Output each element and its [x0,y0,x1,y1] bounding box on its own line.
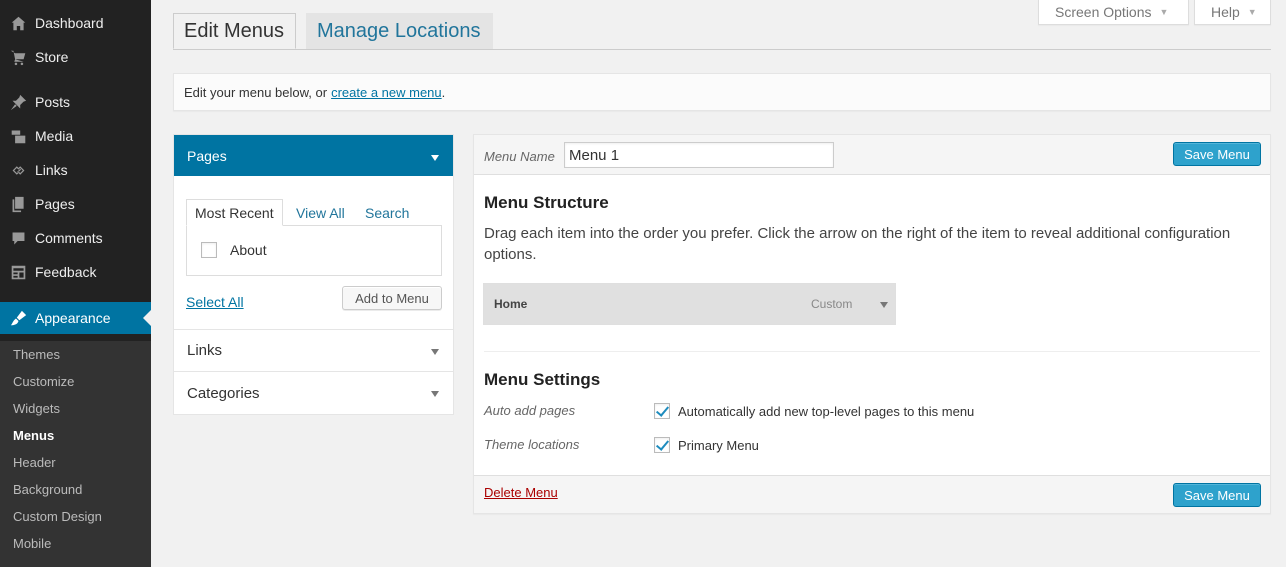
sidebar-item-label: Posts [35,94,71,110]
tab-view-all[interactable]: View All [296,199,345,226]
sidebar-item-pages[interactable]: Pages [0,187,151,221]
accordion-title-pages: Pages [187,147,227,164]
link-icon [9,161,27,179]
tab-edit-menus[interactable]: Edit Menus [173,13,296,49]
auto-add-option-label: Automatically add new top-level pages to… [678,403,975,419]
help-label: Help [1211,4,1240,20]
theme-locations-label: Theme locations [484,437,580,452]
dashboard-icon [9,14,27,32]
menu-edit-panel: Menu Name Save Menu Menu Structure Drag … [473,134,1271,514]
save-menu-button[interactable]: Save Menu [1173,142,1261,166]
submenu-item-customize[interactable]: Customize [13,374,74,389]
save-menu-button[interactable]: Save Menu [1173,483,1261,507]
pages-icon [9,195,27,213]
sidebar-item-posts[interactable]: Posts [0,85,151,119]
submenu-item-themes[interactable]: Themes [13,347,60,362]
most-recent-panel: About [186,225,442,276]
menu-name-input[interactable] [564,142,834,168]
sidebar-item-feedback[interactable]: Feedback [0,255,151,289]
menu-item-home[interactable]: Home Custom [483,283,896,325]
arrow-down-icon [431,391,439,397]
manage-menus-notice: Edit your menu below, or create a new me… [173,73,1271,111]
auto-add-option[interactable]: Automatically add new top-level pages to… [654,403,974,419]
submenu-item-header[interactable]: Header [13,455,56,470]
accordion-title-categories: Categories [187,384,260,402]
menu-structure-title: Menu Structure [484,193,609,212]
sidebar-item-media[interactable]: Media [0,119,151,153]
submenu-item-mobile[interactable]: Mobile [13,536,51,551]
submenu-item-background[interactable]: Background [13,482,82,497]
submenu-item-widgets[interactable]: Widgets [13,401,60,416]
sidebar-item-label: Pages [35,196,75,212]
comment-icon [9,229,27,247]
sidebar-item-label: Appearance [35,310,111,326]
tab-manage-locations[interactable]: Manage Locations [306,13,493,49]
submenu-item-custom-design[interactable]: Custom Design [13,509,102,524]
menu-item-type: Custom [811,297,853,311]
checkbox-checked[interactable] [654,437,670,453]
sidebar-item-label: Media [35,128,74,144]
sidebar-item-links[interactable]: Links [0,153,151,187]
caret-down-icon: ▼ [1247,7,1257,17]
screen-options-button[interactable]: Screen Options ▼ [1038,0,1189,25]
sidebar-item-label: Comments [35,230,103,246]
select-all-link[interactable]: Select All [186,294,244,310]
page-item-label: About [230,242,267,258]
menu-structure-description: Drag each item into the order you prefer… [484,225,1231,263]
screen-options-label: Screen Options [1055,4,1152,20]
sidebar-item-store[interactable]: Store [0,40,151,74]
submenu-item-menus[interactable]: Menus [13,428,54,443]
menu-settings-title: Menu Settings [484,370,601,389]
tab-search[interactable]: Search [365,199,409,226]
page-checkbox-item[interactable]: About [201,242,267,258]
notice-suffix: . [441,84,446,100]
brush-icon [9,309,27,327]
accordion-section-links[interactable]: Links [174,330,453,372]
auto-add-label: Auto add pages [484,403,576,418]
add-to-menu-button[interactable]: Add to Menu [342,286,442,310]
sidebar-item-dashboard[interactable]: Dashboard [0,6,151,40]
checkbox-checked[interactable] [654,403,670,419]
tab-most-recent[interactable]: Most Recent [186,199,283,226]
menu-footer [474,475,1270,513]
menu-item-title: Home [494,297,528,311]
nav-tab-wrapper [173,49,1271,50]
primary-menu-option[interactable]: Primary Menu [654,437,759,453]
appearance-submenu: Themes Customize Widgets Menus Header Ba… [0,341,151,567]
menu-header: Menu Name Save Menu [474,135,1270,175]
admin-sidebar: Dashboard Store Posts Media Links Pages … [0,0,151,567]
sidebar-item-comments[interactable]: Comments [0,221,151,255]
media-icon [9,127,27,145]
primary-menu-option-label: Primary Menu [678,437,759,453]
pin-icon [9,93,27,111]
help-button[interactable]: Help ▼ [1194,0,1271,25]
sidebar-item-label: Feedback [35,264,97,280]
accordion-section-categories[interactable]: Categories [174,372,453,414]
accordion-section-pages[interactable]: Pages [174,135,453,176]
delete-menu-link[interactable]: Delete Menu [484,485,558,500]
accordion-title-links: Links [187,342,223,359]
menu-name-label: Menu Name [484,149,555,164]
divider [484,351,1260,352]
checkbox[interactable] [201,242,217,258]
arrow-down-icon [431,155,439,161]
menu-items-accordion: Pages Most Recent View All Search About … [173,134,454,415]
sidebar-item-label: Store [35,49,69,65]
sidebar-item-label: Links [35,162,68,178]
expand-arrow-icon[interactable] [880,302,888,308]
notice-text: Edit your menu below, or [184,84,328,100]
sidebar-item-appearance[interactable]: Appearance [0,302,151,334]
sidebar-item-label: Dashboard [35,15,104,31]
feedback-icon [9,263,27,281]
create-new-menu-link[interactable]: create a new menu [331,85,442,100]
caret-down-icon: ▼ [1159,7,1169,17]
arrow-down-icon [431,349,439,355]
cart-icon [9,48,27,66]
